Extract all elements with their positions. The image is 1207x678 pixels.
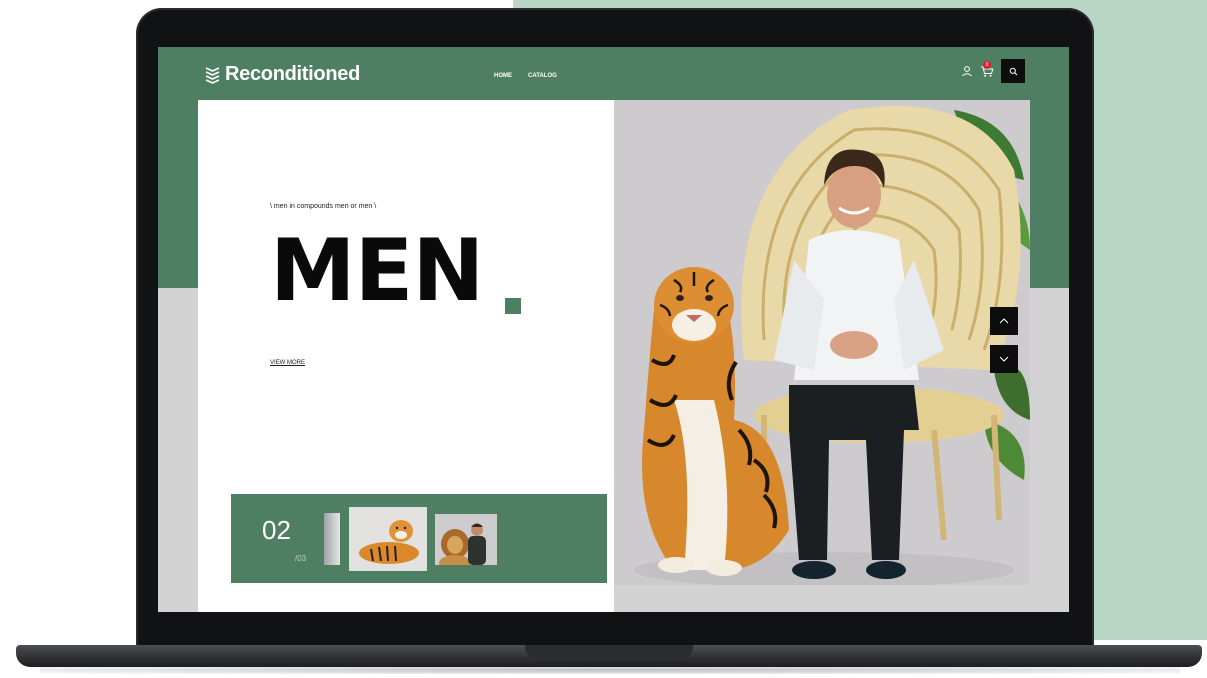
- hero-tagline: \ men in compounds men or men \: [270, 203, 377, 210]
- slide-thumbnail-previous[interactable]: [324, 513, 340, 565]
- logo[interactable]: Reconditioned: [204, 63, 360, 86]
- website-screen: Reconditioned HOME CATALOG 0 \ men in co…: [158, 47, 1069, 612]
- lion-thumbnail-image: [435, 514, 497, 565]
- cart-count-badge: 0: [983, 61, 991, 69]
- nav-catalog[interactable]: CATALOG: [528, 73, 557, 79]
- search-button[interactable]: [1001, 59, 1025, 83]
- slide-up-button[interactable]: [990, 307, 1018, 335]
- laptop-shadow: [40, 666, 1180, 674]
- brand-name: Reconditioned: [225, 63, 360, 85]
- tiger-thumbnail-image: [351, 509, 425, 569]
- main-nav: HOME CATALOG: [494, 73, 557, 79]
- stacked-chevrons-logo-icon: [205, 66, 220, 84]
- chevron-down-icon: [999, 356, 1009, 362]
- search-icon: [1009, 67, 1017, 75]
- slide-total-number: /03: [295, 554, 307, 563]
- header-actions: 0: [961, 59, 1025, 83]
- cart-button[interactable]: 0: [980, 61, 994, 78]
- view-more-link[interactable]: VIEW MORE: [270, 360, 305, 366]
- hero-title: MEN: [270, 221, 484, 321]
- chevron-up-icon: [999, 318, 1009, 324]
- slide-current-number: 02: [262, 515, 291, 545]
- hero-text-panel: \ men in compounds men or men \ MEN VIEW…: [198, 100, 614, 612]
- slide-selector: 02 /03: [231, 494, 607, 583]
- slide-thumbnail-tiger[interactable]: [349, 507, 427, 571]
- hero-accent-dot: [505, 298, 521, 314]
- slide-thumbnail-lion[interactable]: [435, 514, 497, 565]
- man-and-tiger-photo: [614, 100, 1030, 585]
- hero-image: [614, 100, 1030, 585]
- nav-home[interactable]: HOME: [494, 73, 512, 79]
- user-icon[interactable]: [961, 65, 973, 77]
- slide-down-button[interactable]: [990, 345, 1018, 373]
- laptop-notch: [525, 645, 693, 658]
